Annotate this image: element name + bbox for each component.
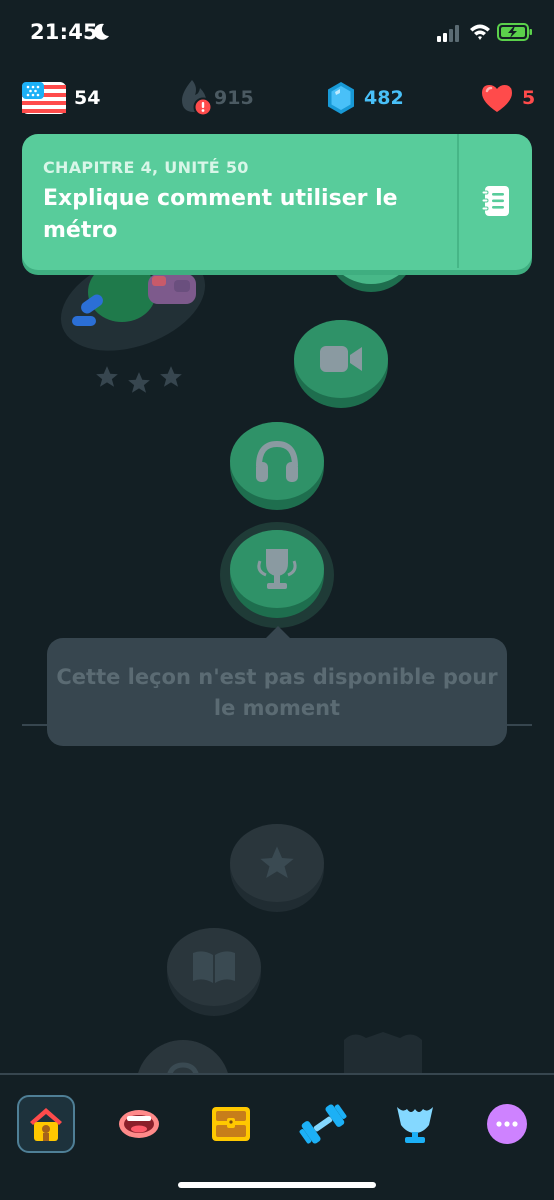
nav-home[interactable]	[17, 1095, 75, 1153]
trophy-icon	[257, 549, 297, 589]
path-node-listening[interactable]	[230, 422, 324, 510]
unit-banner[interactable]: CHAPITRE 4, UNITÉ 50 Explique comment ut…	[22, 134, 532, 270]
path-node-trophy[interactable]	[230, 530, 324, 618]
trophy-cup-icon	[397, 1107, 433, 1143]
star-icon	[128, 372, 150, 393]
locked-lesson-tooltip: Cette leçon n'est pas disponible pour le…	[47, 638, 507, 746]
path-node-video[interactable]	[294, 320, 388, 408]
star-icon	[160, 366, 182, 387]
locked-chest-icon	[344, 1032, 422, 1076]
stars-rating	[94, 364, 184, 396]
guidebook-button[interactable]	[459, 134, 532, 268]
home-indicator[interactable]	[178, 1182, 376, 1188]
star-icon	[260, 846, 294, 878]
book-icon	[193, 951, 235, 983]
video-camera-icon	[320, 346, 362, 372]
nav-leaderboard[interactable]	[386, 1095, 444, 1153]
mouth-icon	[119, 1110, 159, 1138]
path-node-story[interactable]	[167, 928, 261, 1016]
nav-chest[interactable]	[202, 1095, 260, 1153]
nav-more[interactable]	[478, 1095, 536, 1153]
nav-practice[interactable]	[294, 1095, 352, 1153]
nav-speak[interactable]	[110, 1095, 168, 1153]
treasure-chest-icon	[212, 1107, 250, 1141]
character-illustration	[72, 262, 196, 326]
notebook-icon	[481, 186, 509, 216]
unit-chapter-label: CHAPITRE 4, UNITÉ 50	[43, 158, 249, 177]
more-dots-icon	[487, 1104, 527, 1144]
unit-title: Explique comment utiliser le métro	[43, 186, 398, 243]
dumbbell-icon	[299, 1104, 347, 1144]
bottom-navigation	[0, 1073, 554, 1200]
path-node-star[interactable]	[230, 824, 324, 912]
house-icon	[30, 1108, 62, 1141]
headphones-icon	[256, 440, 298, 482]
star-icon	[96, 366, 118, 387]
tooltip-text: Cette leçon n'est pas disponible pour le…	[56, 665, 498, 720]
